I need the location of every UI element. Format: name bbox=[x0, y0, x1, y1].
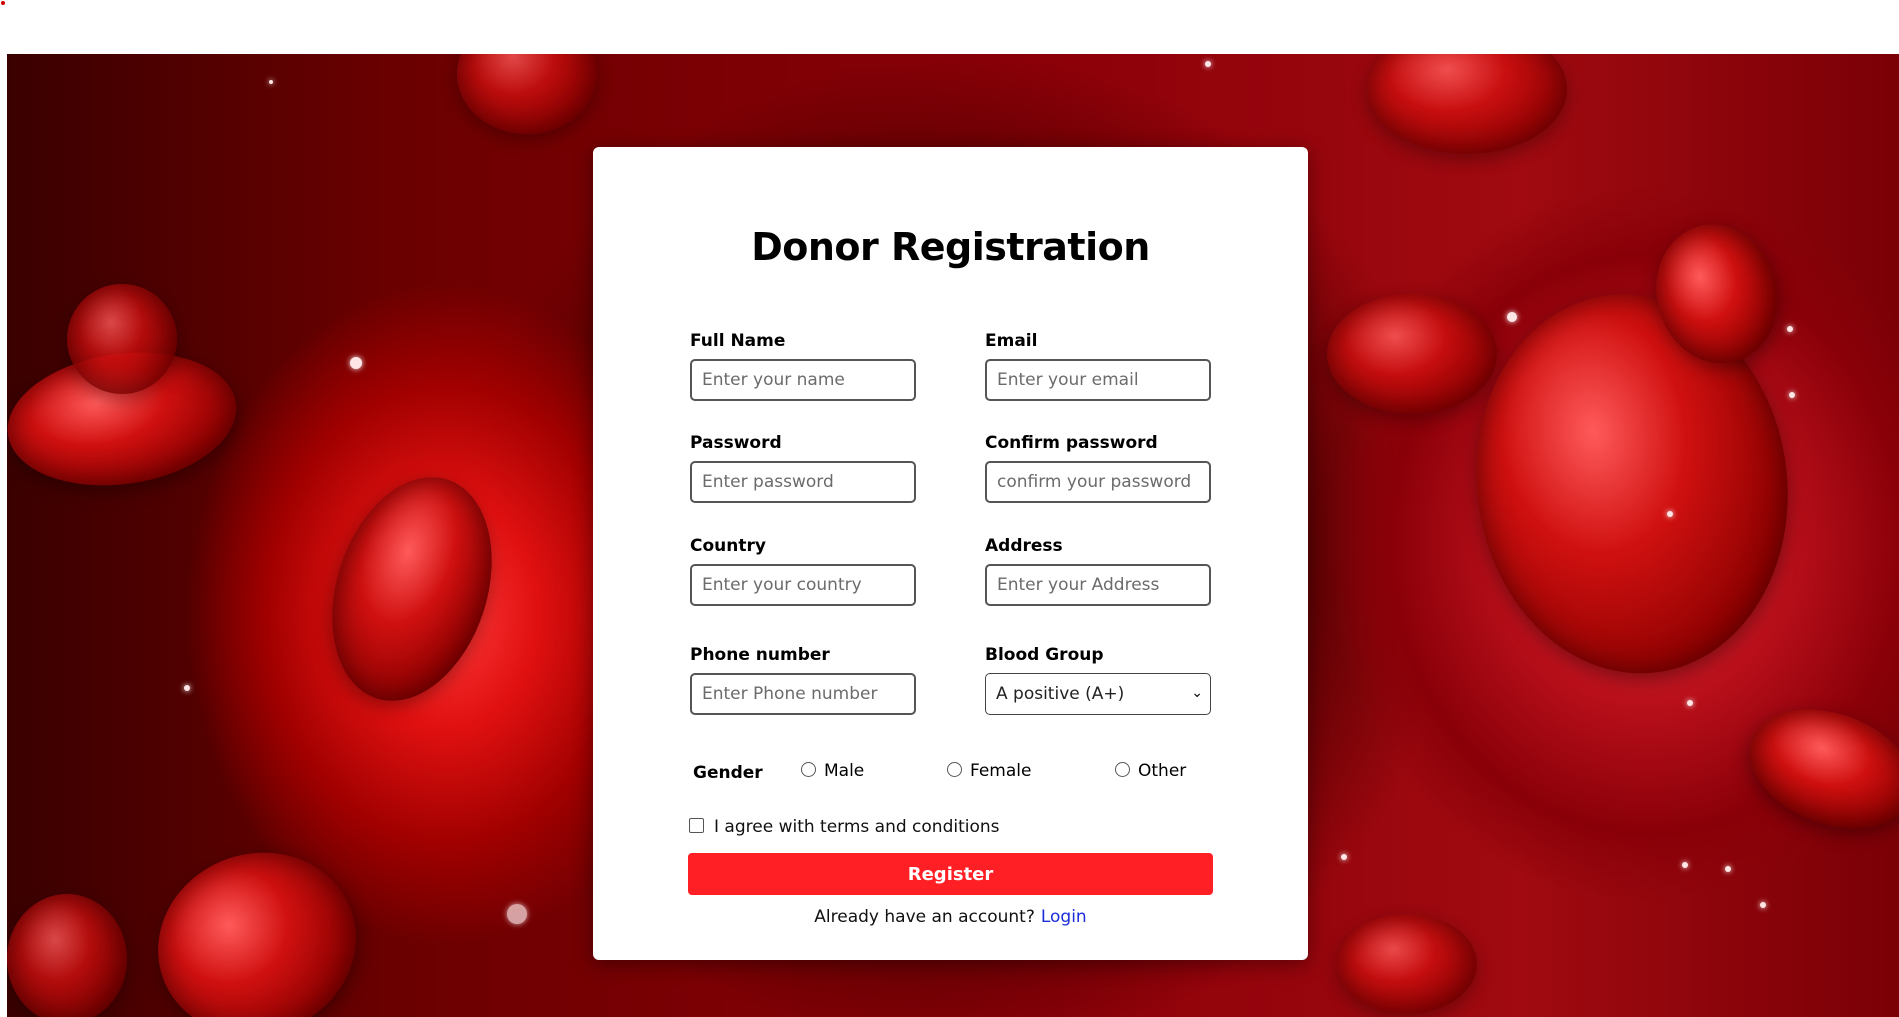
registration-card: Donor Registration Full Name Email Passw… bbox=[593, 147, 1308, 960]
login-prompt: Already have an account? bbox=[814, 907, 1035, 927]
phone-input[interactable] bbox=[690, 673, 916, 715]
full-name-label: Full Name bbox=[690, 331, 786, 351]
radio-other[interactable] bbox=[1115, 761, 1130, 777]
login-link[interactable]: Login bbox=[1041, 907, 1087, 927]
page-title: Donor Registration bbox=[751, 225, 1150, 269]
blood-group-group: Blood Group A positive (A+) ⌄ bbox=[985, 645, 1211, 715]
gender-male-label: Male bbox=[824, 761, 865, 781]
confirm-password-input[interactable] bbox=[985, 461, 1211, 503]
blood-group-label: Blood Group bbox=[985, 645, 1104, 665]
phone-group: Phone number bbox=[690, 645, 916, 715]
blood-group-select-wrap: A positive (A+) ⌄ bbox=[985, 673, 1211, 715]
radio-female[interactable] bbox=[947, 761, 962, 777]
gender-row: Gender Male Female Other bbox=[693, 761, 1213, 791]
email-input[interactable] bbox=[985, 359, 1211, 401]
gender-other-option[interactable]: Other bbox=[1115, 761, 1186, 781]
address-label: Address bbox=[985, 536, 1063, 556]
address-input[interactable] bbox=[985, 564, 1211, 606]
password-group: Password bbox=[690, 433, 916, 503]
country-group: Country bbox=[690, 536, 916, 606]
full-name-group: Full Name bbox=[690, 331, 916, 401]
gender-label: Gender bbox=[693, 763, 763, 783]
terms-checkbox[interactable] bbox=[689, 817, 704, 833]
radio-male[interactable] bbox=[801, 761, 816, 777]
gender-other-label: Other bbox=[1138, 761, 1187, 781]
gender-female-option[interactable]: Female bbox=[947, 761, 1031, 781]
password-label: Password bbox=[690, 433, 782, 453]
address-group: Address bbox=[985, 536, 1211, 606]
phone-label: Phone number bbox=[690, 645, 830, 665]
password-input[interactable] bbox=[690, 461, 916, 503]
gender-female-label: Female bbox=[970, 761, 1032, 781]
register-button[interactable]: Register bbox=[688, 853, 1213, 895]
email-label: Email bbox=[985, 331, 1038, 351]
country-label: Country bbox=[690, 536, 766, 556]
login-row: Already have an account? Login bbox=[593, 907, 1308, 927]
terms-row[interactable]: I agree with terms and conditions bbox=[689, 817, 1000, 837]
full-name-input[interactable] bbox=[690, 359, 916, 401]
email-group: Email bbox=[985, 331, 1211, 401]
confirm-password-label: Confirm password bbox=[985, 433, 1158, 453]
corner-dot bbox=[1, 1, 5, 5]
blood-group-select[interactable]: A positive (A+) bbox=[985, 673, 1211, 715]
country-input[interactable] bbox=[690, 564, 916, 606]
terms-label: I agree with terms and conditions bbox=[714, 817, 1000, 837]
confirm-password-group: Confirm password bbox=[985, 433, 1211, 503]
gender-male-option[interactable]: Male bbox=[801, 761, 864, 781]
